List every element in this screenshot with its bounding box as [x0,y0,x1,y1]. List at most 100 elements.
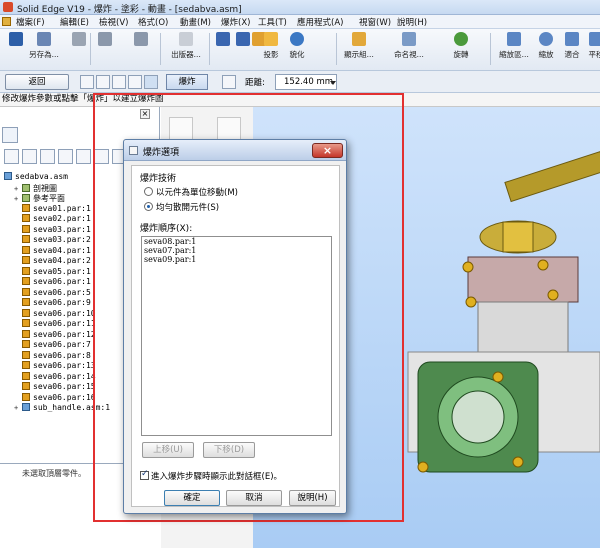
part-icon [22,329,30,338]
solid-edge-app-icon [3,2,13,12]
pathfinder-filter-3[interactable] [40,149,55,164]
explode-button[interactable]: 爆炸 [166,74,208,90]
redo-icon [134,32,148,46]
zoom-button[interactable]: 縮放 [535,32,557,60]
save-as-button[interactable]: 另存為... [24,32,64,60]
part-icon [22,361,30,369]
part-icon [22,224,30,233]
pathfinder-filter-2[interactable] [22,149,37,164]
menu-applications[interactable]: 應用程式(A) [297,16,343,28]
explode-tool-4[interactable] [128,75,142,89]
pathfinder-filter-4[interactable] [58,149,73,164]
menu-help[interactable]: 說明(H) [397,16,427,28]
radio-uniform-spread[interactable]: 均勻散開元件(S) [144,201,219,213]
toolbar-separator [90,33,91,65]
toolbar-separator [209,33,210,65]
help-button[interactable]: 說明(H) [289,490,336,506]
display-group-button[interactable]: 顯示組... [339,32,379,60]
selection-status-text: 未選取頂層零件。 [22,469,86,478]
menu-window[interactable]: 視窗(W) [359,16,391,28]
menu-view[interactable]: 檢視(V) [99,16,128,28]
zoom-area-button[interactable]: 縮放區... [494,32,534,60]
rotate-icon [454,32,468,46]
dialog-title: 爆炸選項 [143,148,180,158]
move-down-button[interactable]: 下移(D) [203,442,255,458]
part-icon [22,350,30,359]
valve-body-part [407,351,600,473]
part-icon [22,340,30,348]
list-item[interactable]: seva07.par:1 [142,246,331,255]
undo-icon [98,32,112,46]
distance-input[interactable]: 152.40 mm [275,74,337,90]
magnifier-icon [539,32,553,46]
part-icon [22,308,30,317]
explode-tool-5[interactable] [144,75,158,89]
menu-format[interactable]: 格式(O) [138,16,168,28]
title-bar: Solid Edge V19 - 爆炸 - 塗彩 - 動畫 - [sedabva… [0,0,600,15]
render-sphere-icon [290,32,304,46]
undo-button[interactable] [94,32,116,46]
select-parts-tool[interactable] [80,75,94,89]
ok-button[interactable]: 確定 [164,490,220,506]
part-icon [22,298,30,306]
explode-command-bar: 返回 爆炸 距離: 152.40 mm [0,71,600,93]
menu-explode[interactable]: 爆炸(X) [221,16,250,28]
pathfinder-tool-icon[interactable] [2,127,18,143]
menu-edit[interactable]: 編輯(E) [60,16,89,28]
named-view-icon [402,32,416,46]
menu-tools[interactable]: 工具(T) [258,16,287,28]
radio-move-by-unit[interactable]: 以元件為單位移動(M) [144,186,238,198]
render-button[interactable]: 貌化 [286,32,308,60]
close-icon: × [322,144,333,157]
explode-options-dialog: 爆炸選項 × 爆炸技術 以元件為單位移動(M) 均勻散開元件(S) 爆炸順序(X… [123,139,347,514]
explode-tool-2[interactable] [96,75,110,89]
part-icon [22,277,30,285]
list-item[interactable]: seva08.par:1 [142,237,331,246]
pan-button[interactable]: 平移 [585,32,600,60]
bonnet-part [467,256,579,363]
sequence-label: 爆炸順序(X): [140,224,193,234]
project-button[interactable]: 投影 [260,32,282,60]
pan-icon [589,32,600,46]
radio-selected-icon [144,202,153,211]
fit-view-icon [565,32,579,46]
view-cube-button[interactable] [212,32,234,46]
list-item[interactable]: seva09.par:1 [142,255,331,264]
reference-plane-icon [22,194,30,202]
rotate-button[interactable]: 旋轉 [450,32,472,60]
show-dialog-checkbox[interactable]: 進入爆炸步驟時顯示此對話框(E)。 [140,469,282,482]
part-icon [22,235,30,243]
explode-options-button[interactable] [222,75,236,89]
print-button[interactable] [68,32,90,46]
part-icon [22,392,30,401]
pathfinder-filter-1[interactable] [4,149,19,164]
part-icon [22,371,30,380]
redo-button[interactable] [130,32,152,46]
save-as-icon [37,32,51,46]
fit-button[interactable]: 適合 [561,32,583,60]
cube-icon [216,32,230,46]
pathfinder-filter-5[interactable] [76,149,91,164]
menu-animation[interactable]: 動畫(M) [180,16,211,28]
dialog-close-button[interactable]: × [312,143,343,158]
named-view-button[interactable]: 命名視... [389,32,429,60]
part-icon [22,266,30,275]
radio-circle-icon [144,187,153,196]
move-up-button[interactable]: 上移(U) [142,442,194,458]
checkbox-checked-icon [140,469,149,480]
explode-sequence-list[interactable]: seva08.par:1 seva07.par:1 seva09.par:1 [141,236,332,436]
explode-tool-3[interactable] [112,75,126,89]
cancel-button[interactable]: 取消 [226,490,282,506]
dialog-title-bar[interactable]: 爆炸選項 × [124,140,346,161]
document-icon[interactable] [2,17,11,26]
zoom-area-icon [507,32,521,46]
display-group-icon [352,32,366,46]
projection-icon [264,32,278,46]
menu-file[interactable]: 檔案(F) [16,16,45,28]
return-button[interactable]: 返回 [5,74,69,90]
publisher-icon [179,32,193,46]
publisher-button[interactable]: 出版器... [166,32,206,60]
save-icon [9,32,23,46]
menu-bar: 檔案(F) 編輯(E) 檢視(V) 格式(O) 動畫(M) 爆炸(X) 工具(T… [0,15,600,29]
chevron-down-icon[interactable] [330,81,336,85]
